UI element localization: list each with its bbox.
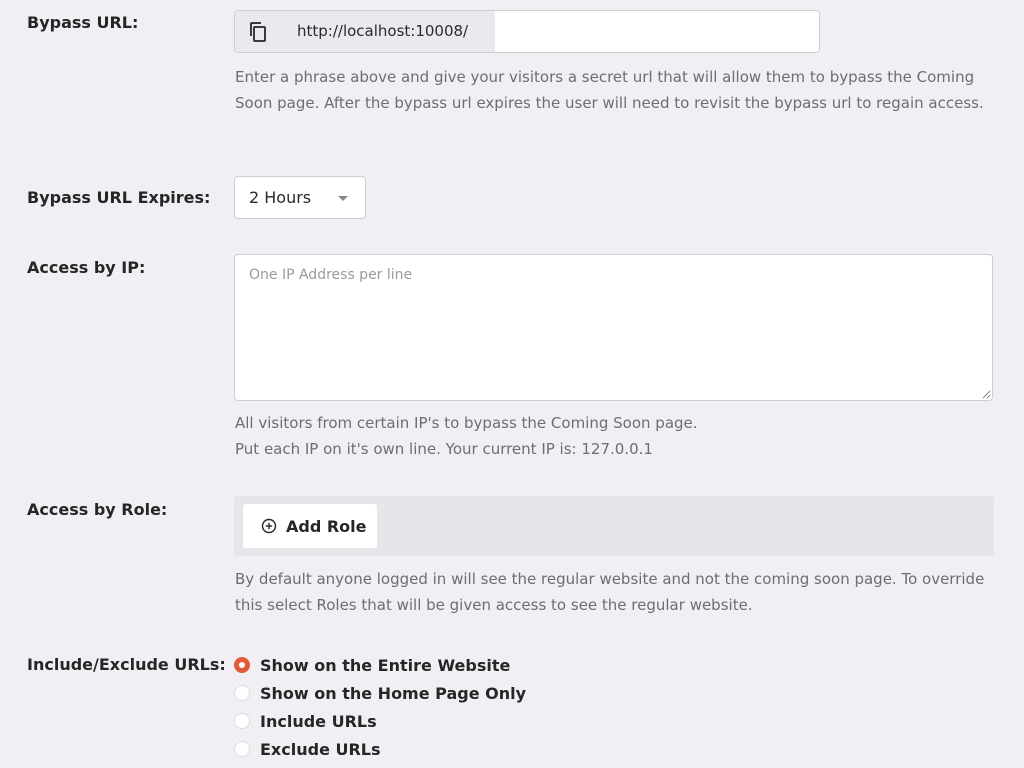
plus-circle-icon [261,518,277,534]
access-ip-textarea[interactable] [234,254,993,401]
radio-label: Exclude URLs [260,739,381,759]
bypass-url-label: Bypass URL: [27,13,139,32]
radio-exclude-urls[interactable]: Exclude URLs [234,738,381,760]
radio-button[interactable] [234,685,250,701]
access-ip-help-line1: All visitors from certain IP's to bypass… [235,414,698,432]
copy-url-button[interactable] [235,11,281,52]
bypass-url-base: http://localhost:10008/ [281,11,495,52]
access-ip-help-line2: Put each IP on it's own line. Your curre… [235,440,653,458]
radio-home-page-only[interactable]: Show on the Home Page Only [234,682,526,704]
radio-button[interactable] [234,741,250,757]
add-role-label: Add Role [286,516,367,536]
resize-grip-icon[interactable] [981,389,991,399]
radio-include-urls[interactable]: Include URLs [234,710,377,732]
copy-icon [250,21,266,42]
add-role-button[interactable]: Add Role [243,504,377,548]
radio-label: Show on the Entire Website [260,655,511,675]
include-exclude-label: Include/Exclude URLs: [27,655,226,674]
radio-entire-website[interactable]: Show on the Entire Website [234,654,510,676]
access-role-label: Access by Role: [27,500,168,519]
radio-button-checked[interactable] [234,657,250,673]
bypass-url-input[interactable] [495,11,819,52]
access-ip-label: Access by IP: [27,258,146,277]
radio-label: Show on the Home Page Only [260,683,527,703]
radio-button[interactable] [234,713,250,729]
radio-label: Include URLs [260,711,377,731]
bypass-expires-label: Bypass URL Expires: [27,188,211,207]
bypass-url-help: Enter a phrase above and give your visit… [235,68,984,112]
bypass-expires-value: 2 Hours [249,188,312,207]
access-role-box: Add Role [234,496,994,556]
bypass-expires-select[interactable]: 2 Hours [234,176,366,219]
access-ip-help: All visitors from certain IP's to bypass… [235,410,1005,462]
access-role-help: By default anyone logged in will see the… [235,570,985,614]
bypass-url-field: http://localhost:10008/ [234,10,820,53]
chevron-down-icon [338,196,348,201]
